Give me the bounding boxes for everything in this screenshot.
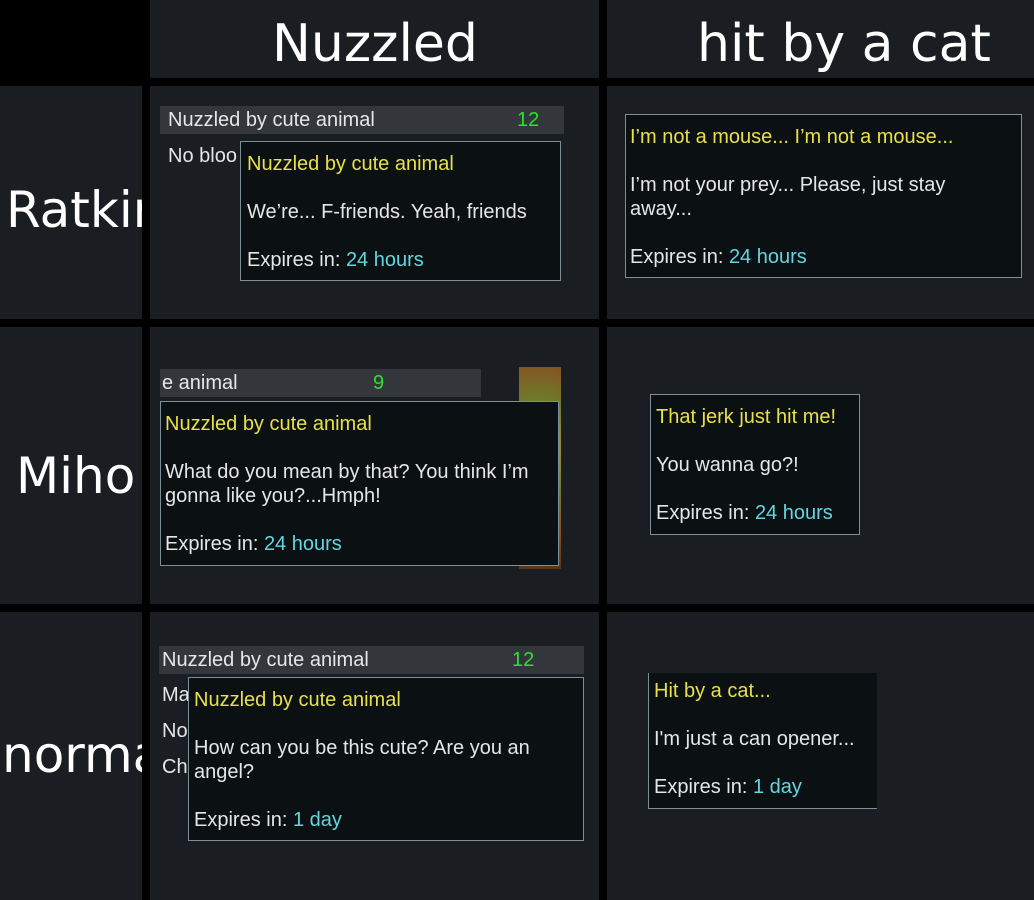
row-header-ratkin: Ratkin bbox=[6, 181, 142, 239]
background-text: Ma bbox=[162, 684, 190, 706]
expires-value: 24 hours bbox=[345, 249, 424, 271]
tooltip-body: We’re... F-friends. Yeah, friends bbox=[247, 201, 527, 223]
tooltip-expires: Expires in: 24 hours bbox=[630, 245, 1017, 269]
normal-nuzzled-cell: Nuzzled by cute animal 12 Ma No Ch Nuzzl… bbox=[150, 612, 599, 900]
tooltip-title: Nuzzled by cute animal bbox=[247, 153, 454, 175]
tooltip-body: How can you be this cute? Are you an ang… bbox=[194, 737, 530, 783]
tooltip-body: What do you mean by that? You think I’m … bbox=[165, 461, 529, 507]
tooltip-body: I’m not your prey... Please, just stay a… bbox=[630, 174, 946, 220]
tooltip: Nuzzled by cute animal We’re... F-friend… bbox=[240, 141, 561, 281]
expires-label: Expires in: bbox=[194, 809, 293, 831]
need-bar-row[interactable]: Nuzzled by cute animal 12 bbox=[160, 106, 564, 134]
need-bar-value: 9 bbox=[373, 372, 385, 394]
expires-value: 1 day bbox=[752, 776, 802, 798]
header-corner bbox=[0, 0, 142, 78]
row-header-miho-cell: Miho bbox=[0, 327, 142, 604]
need-bar-label: e animal bbox=[162, 372, 238, 394]
tooltip-title: I’m not a mouse... I’m not a mouse... bbox=[630, 126, 954, 148]
ratkin-nuzzled-cell: Nuzzled by cute animal 12 No bloo Nuzzle… bbox=[150, 86, 599, 319]
tooltip-expires: Expires in: 1 day bbox=[194, 808, 578, 832]
column-header-nuzzled: Nuzzled bbox=[272, 14, 478, 74]
header-cell-hit: hit by a cat bbox=[607, 0, 1034, 78]
tooltip-expires: Expires in: 1 day bbox=[654, 775, 872, 799]
tooltip: I’m not a mouse... I’m not a mouse... I’… bbox=[625, 114, 1022, 278]
background-text: No bbox=[162, 720, 188, 742]
expires-value: 24 hours bbox=[754, 502, 833, 524]
tooltip: Hit by a cat... I'm just a can opener...… bbox=[648, 673, 877, 809]
tooltip: Nuzzled by cute animal How can you be th… bbox=[188, 677, 584, 841]
need-bar-label: Nuzzled by cute animal bbox=[162, 649, 369, 671]
need-bar-value: 12 bbox=[512, 649, 535, 671]
need-bar-value: 12 bbox=[517, 109, 540, 131]
tooltip-expires: Expires in: 24 hours bbox=[656, 501, 854, 525]
expires-label: Expires in: bbox=[247, 249, 346, 271]
tooltip: That jerk just hit me! You wanna go?! Ex… bbox=[650, 394, 860, 535]
expires-label: Expires in: bbox=[656, 502, 755, 524]
tooltip-expires: Expires in: 24 hours bbox=[165, 532, 554, 556]
row-header-normal: normal bbox=[2, 726, 142, 784]
row-header-normal-cell: normal bbox=[0, 612, 142, 900]
tooltip-body: You wanna go?! bbox=[656, 454, 799, 476]
tooltip-title: Nuzzled by cute animal bbox=[194, 689, 401, 711]
need-bar-row[interactable]: Nuzzled by cute animal 12 bbox=[159, 646, 584, 674]
background-text: No bloo bbox=[168, 145, 237, 167]
header-cell-nuzzled: Nuzzled bbox=[150, 0, 599, 78]
tooltip-body: I'm just a can opener... bbox=[654, 728, 855, 750]
expires-value: 1 day bbox=[292, 809, 342, 831]
tooltip-title: Hit by a cat... bbox=[654, 680, 771, 702]
column-header-hit-by-cat: hit by a cat bbox=[697, 14, 991, 74]
ratkin-hit-cell: I’m not a mouse... I’m not a mouse... I’… bbox=[607, 86, 1034, 319]
expires-label: Expires in: bbox=[165, 533, 264, 555]
row-header-ratkin-cell: Ratkin bbox=[0, 86, 142, 319]
tooltip: Nuzzled by cute animal What do you mean … bbox=[160, 401, 559, 566]
miho-hit-cell: That jerk just hit me! You wanna go?! Ex… bbox=[607, 327, 1034, 604]
need-bar-row[interactable]: e animal 9 bbox=[160, 369, 481, 397]
miho-nuzzled-cell: e animal 9 Nuzzled by cute animal What d… bbox=[150, 327, 599, 604]
expires-label: Expires in: bbox=[630, 246, 729, 268]
tooltip-title: That jerk just hit me! bbox=[656, 406, 837, 428]
normal-hit-cell: Hit by a cat... I'm just a can opener...… bbox=[607, 612, 1034, 900]
background-text: Ch bbox=[162, 756, 188, 778]
tooltip-expires: Expires in: 24 hours bbox=[247, 248, 554, 272]
need-bar-label: Nuzzled by cute animal bbox=[168, 109, 375, 131]
expires-value: 24 hours bbox=[728, 246, 807, 268]
row-header-miho: Miho bbox=[16, 447, 136, 505]
expires-value: 24 hours bbox=[263, 533, 342, 555]
tooltip-title: Nuzzled by cute animal bbox=[165, 413, 372, 435]
expires-label: Expires in: bbox=[654, 776, 753, 798]
